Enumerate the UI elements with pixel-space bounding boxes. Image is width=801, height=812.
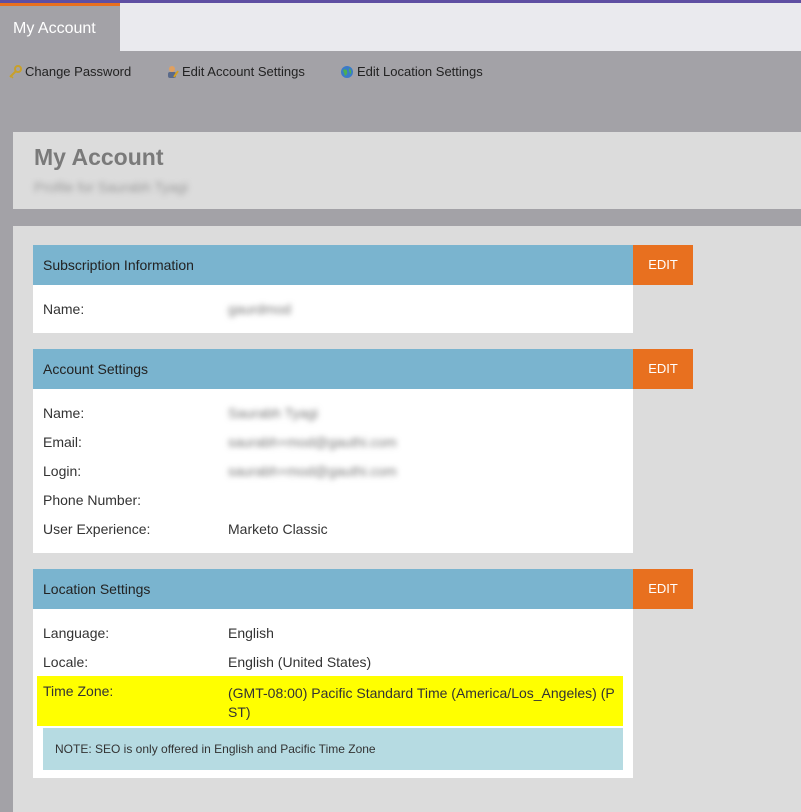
field-value: English (United States) — [228, 654, 372, 670]
user-edit-icon — [168, 65, 179, 78]
field-label: Login: — [43, 463, 82, 479]
timezone-value-line1: (GMT-08:00) Pacific Standard Time (Ameri… — [228, 685, 615, 701]
field-label: Email: — [43, 434, 82, 450]
globe-icon — [341, 65, 353, 78]
change-password-label: Change Password — [25, 64, 132, 79]
timezone-value-line2: ST) — [228, 704, 251, 720]
page-subtitle: Profile for Saurabh Tyagi — [34, 179, 188, 195]
seo-note: NOTE: SEO is only offered in English and… — [43, 728, 623, 770]
field-value: Marketo Classic — [228, 521, 328, 537]
field-label: Phone Number: — [43, 492, 142, 508]
field-label: Time Zone: — [43, 683, 114, 699]
field-value: English — [228, 625, 274, 641]
field-value: saurabh+mod@gauthi.com — [228, 434, 397, 450]
key-icon — [9, 64, 22, 79]
location-locale-row: Locale: English (United States) — [33, 647, 633, 676]
page-title: My Account — [34, 144, 164, 170]
account-name-row: Name: Saurabh Tyagi — [33, 398, 633, 427]
field-label: Language: — [43, 625, 110, 641]
field-value: saurabh+mod@gauthi.com — [228, 463, 397, 479]
field-label: Name: — [43, 301, 85, 317]
section-header: Subscription Information — [33, 245, 633, 285]
account-ux-row: User Experience: Marketo Classic — [33, 514, 633, 543]
account-section: Account Settings EDIT Name: Saurabh Tyag… — [33, 349, 693, 553]
location-language-row: Language: English — [33, 618, 633, 647]
change-password-button[interactable]: Change Password — [8, 51, 131, 92]
page-header: My Account Profile for Saurabh Tyagi — [13, 132, 801, 209]
location-section: Location Settings EDIT Language: English… — [33, 569, 693, 778]
section-header: Location Settings — [33, 569, 633, 609]
edit-account-button[interactable]: EDIT — [633, 349, 693, 389]
field-value: Saurabh Tyagi — [228, 405, 319, 421]
edit-location-settings-label: Edit Location Settings — [357, 64, 483, 79]
field-label: Locale: — [43, 654, 89, 670]
toolbar: Change Password Edit Account Settings Ed… — [0, 51, 801, 92]
location-timezone-row: Time Zone: (GMT-08:00) Pacific Standard … — [33, 676, 633, 726]
field-label: Name: — [43, 405, 85, 421]
subscription-name-row: Name: gaurdmod — [33, 294, 633, 323]
tab-my-account[interactable]: My Account — [0, 3, 120, 51]
edit-location-settings-button[interactable]: Edit Location Settings — [340, 51, 483, 92]
edit-subscription-button[interactable]: EDIT — [633, 245, 693, 285]
tab-strip: My Account — [0, 3, 801, 51]
edit-account-settings-label: Edit Account Settings — [182, 64, 305, 79]
section-header: Account Settings — [33, 349, 633, 389]
field-value: gaurdmod — [228, 301, 292, 317]
account-login-row: Login: saurabh+mod@gauthi.com — [33, 456, 633, 485]
account-email-row: Email: saurabh+mod@gauthi.com — [33, 427, 633, 456]
edit-location-button[interactable]: EDIT — [633, 569, 693, 609]
edit-account-settings-button[interactable]: Edit Account Settings — [165, 51, 305, 92]
account-phone-row: Phone Number: — [33, 485, 633, 514]
field-value: (GMT-08:00) Pacific Standard Time (Ameri… — [228, 684, 615, 722]
tab-label: My Account — [13, 20, 96, 37]
subscription-section: Subscription Information EDIT Name: gaur… — [33, 245, 693, 333]
field-label: User Experience: — [43, 521, 151, 537]
